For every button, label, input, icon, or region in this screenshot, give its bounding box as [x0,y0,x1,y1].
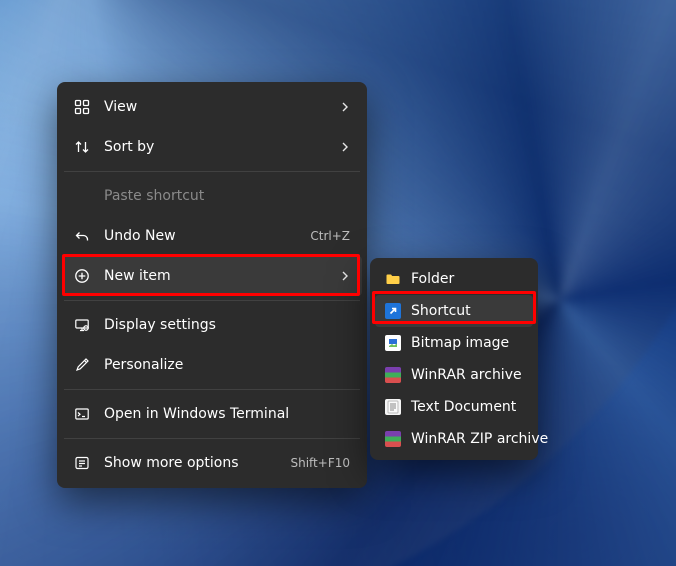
submenu-label: Bitmap image [411,335,523,351]
submenu-item-rar[interactable]: WinRAR archive [375,359,533,391]
show-more-icon [74,455,90,471]
menu-label: Undo New [104,228,302,244]
menu-item-show-more[interactable]: Show more options Shift+F10 [62,443,362,483]
menu-label: Paste shortcut [104,188,350,204]
menu-label: Open in Windows Terminal [104,406,350,422]
menu-item-new-item[interactable]: New item [62,256,362,296]
menu-item-view[interactable]: View [62,87,362,127]
new-item-submenu: Folder Shortcut Bitmap image WinRAR arch… [370,258,538,460]
menu-item-paste-shortcut: Paste shortcut [62,176,362,216]
submenu-label: WinRAR ZIP archive [411,431,548,447]
submenu-item-zip[interactable]: WinRAR ZIP archive [375,423,533,455]
bitmap-icon [385,335,401,351]
undo-icon [74,228,90,244]
menu-item-personalize[interactable]: Personalize [62,345,362,385]
chevron-right-icon [340,271,350,281]
submenu-label: Shortcut [411,303,523,319]
winrar-icon [385,367,401,383]
terminal-icon [74,406,90,422]
submenu-label: Text Document [411,399,523,415]
desktop-context-menu: View Sort by Paste shortcut Undo New Ctr… [57,82,367,488]
chevron-right-icon [340,102,350,112]
sort-icon [74,139,90,155]
submenu-item-shortcut[interactable]: Shortcut [375,295,533,327]
submenu-item-bitmap[interactable]: Bitmap image [375,327,533,359]
menu-accelerator: Shift+F10 [290,456,350,470]
menu-label: Sort by [104,139,340,155]
blank-icon [74,188,90,204]
menu-separator [64,438,360,439]
menu-label: View [104,99,340,115]
chevron-right-icon [340,142,350,152]
submenu-label: Folder [411,271,523,287]
submenu-item-folder[interactable]: Folder [375,263,533,295]
new-item-icon [74,268,90,284]
personalize-icon [74,357,90,373]
view-icon [74,99,90,115]
winrar-zip-icon [385,431,401,447]
menu-separator [64,171,360,172]
menu-label: Display settings [104,317,350,333]
submenu-item-txt[interactable]: Text Document [375,391,533,423]
menu-item-display-settings[interactable]: Display settings [62,305,362,345]
menu-separator [64,389,360,390]
menu-accelerator: Ctrl+Z [310,229,350,243]
text-document-icon [385,399,401,415]
shortcut-icon [385,303,401,319]
menu-item-open-terminal[interactable]: Open in Windows Terminal [62,394,362,434]
menu-label: New item [104,268,340,284]
menu-item-undo[interactable]: Undo New Ctrl+Z [62,216,362,256]
display-settings-icon [74,317,90,333]
menu-label: Show more options [104,455,282,471]
menu-item-sort-by[interactable]: Sort by [62,127,362,167]
menu-label: Personalize [104,357,350,373]
submenu-label: WinRAR archive [411,367,523,383]
menu-separator [64,300,360,301]
folder-icon [385,271,401,287]
